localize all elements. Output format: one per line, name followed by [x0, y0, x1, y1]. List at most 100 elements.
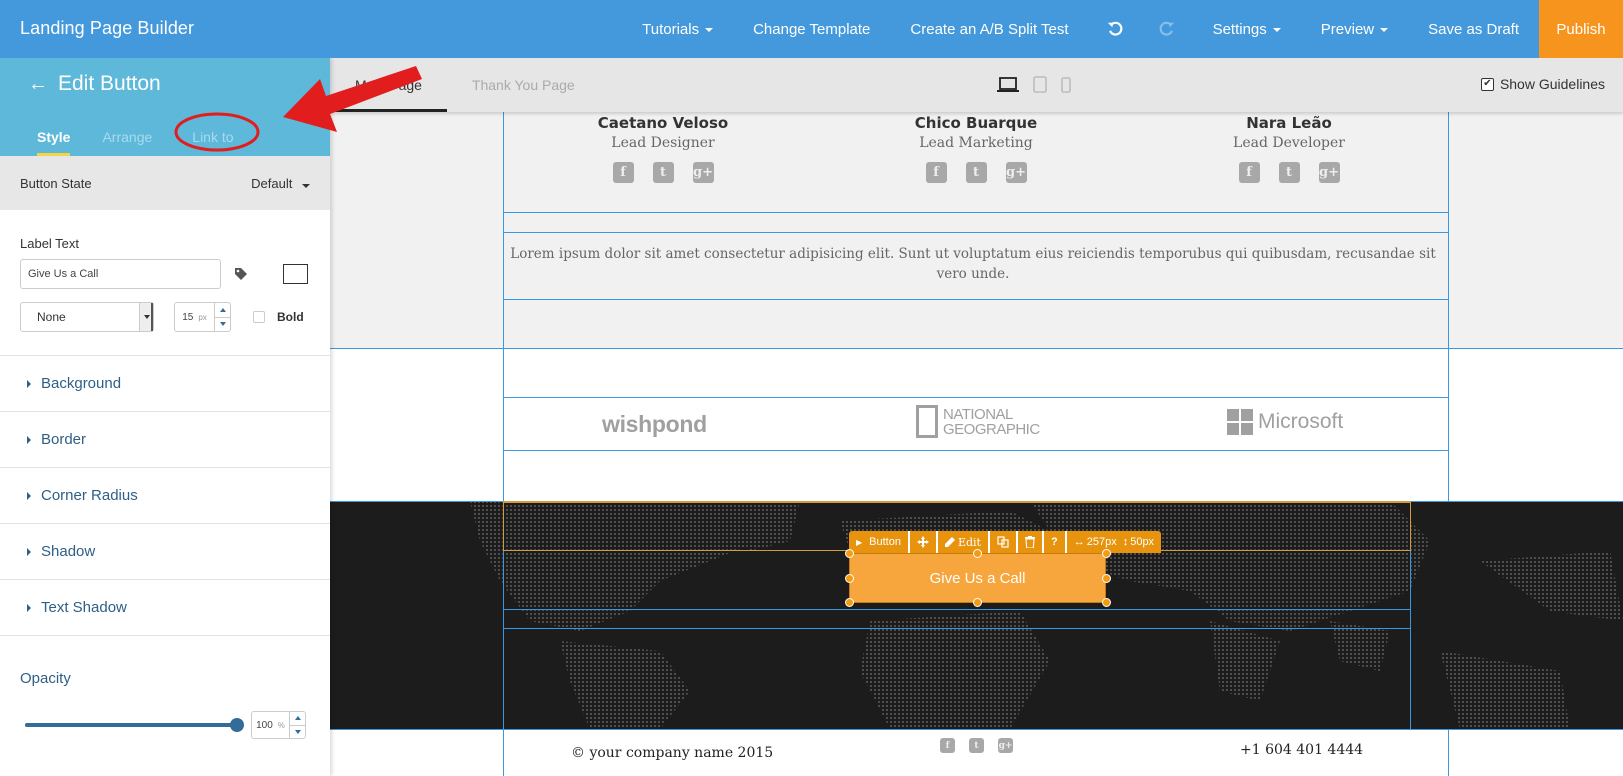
button-state-dropdown[interactable]: Default [251, 176, 310, 191]
opacity-increment[interactable] [290, 712, 305, 726]
resize-handle-sw[interactable] [845, 598, 854, 607]
desktop-icon[interactable] [997, 76, 1019, 93]
cta-section[interactable]: ▶ Button Edit ? ↔ 257px ↕ 50px Give Us a… [330, 501, 1623, 729]
label-text-input[interactable] [20, 259, 221, 289]
accordion-background[interactable]: Background [0, 356, 330, 412]
element-toolbar: ▶ Button Edit ? ↔ 257px ↕ 50px [849, 531, 1162, 553]
resize-handle-w[interactable] [845, 574, 854, 583]
nav-ab-split-test[interactable]: Create an A/B Split Test [890, 0, 1088, 58]
canvas-toolbar: Main Page Thank You Page ✔ Show Guidelin… [330, 58, 1623, 112]
show-guidelines-toggle[interactable]: ✔ Show Guidelines [1480, 76, 1605, 92]
tag-icon[interactable] [233, 266, 249, 282]
accordion-corner-radius[interactable]: Corner Radius [0, 468, 330, 524]
redo-icon [1159, 21, 1174, 36]
nav-change-template[interactable]: Change Template [733, 0, 890, 58]
font-size-unit: px [198, 312, 207, 322]
device-switcher [997, 76, 1071, 93]
resize-handle-s[interactable] [973, 598, 982, 607]
twitter-icon[interactable]: t [652, 162, 674, 183]
dimensions-readout: ↔ 257px ↕ 50px [1067, 531, 1161, 553]
text-color-swatch[interactable] [283, 264, 308, 284]
font-select[interactable]: None [20, 302, 154, 332]
caret-down-icon [705, 28, 714, 32]
move-icon [916, 536, 929, 548]
resize-handle-n[interactable] [973, 549, 982, 558]
accordion-shadow[interactable]: Shadow [0, 524, 330, 580]
element-type-button[interactable]: ▶ Button [849, 531, 910, 553]
resize-handle-e[interactable] [1102, 574, 1111, 583]
button-state-label: Button State [20, 175, 92, 191]
sidebar-title-text: Edit Button [58, 72, 161, 95]
bold-checkbox[interactable]: Bold [253, 310, 304, 324]
back-arrow-icon[interactable]: ← [28, 73, 48, 96]
google-plus-icon[interactable]: g+ [998, 738, 1013, 753]
opacity-label: Opacity [20, 670, 71, 687]
tab-thank-you-page-label: Thank You Page [471, 77, 575, 93]
tab-arrange[interactable]: Arrange [102, 118, 152, 156]
google-plus-icon[interactable]: g+ [1005, 162, 1027, 183]
facebook-icon[interactable]: f [925, 162, 947, 183]
google-plus-icon[interactable]: g+ [1318, 162, 1340, 183]
opacity-stepper[interactable]: 100 % [251, 711, 306, 739]
publish-button[interactable]: Publish [1539, 0, 1623, 58]
nav-settings-label: Settings [1212, 20, 1267, 38]
nav-change-template-label: Change Template [753, 20, 871, 38]
font-size-decrement[interactable] [215, 318, 230, 332]
chevron-right-icon [27, 379, 31, 388]
resize-handle-ne[interactable] [1102, 549, 1111, 558]
save-draft-button[interactable]: Save as Draft [1408, 0, 1539, 58]
edit-button[interactable]: Edit [938, 531, 990, 553]
label-text-section: Label Text None 15 px [0, 210, 330, 356]
logos-section[interactable]: wishpond NATIONAL GEOGRAPHIC Microsoft [330, 349, 1623, 501]
font-size-increment[interactable] [215, 303, 230, 318]
opacity-decrement[interactable] [290, 726, 305, 739]
guideline [503, 609, 1411, 610]
resize-handle-se[interactable] [1102, 598, 1111, 607]
twitter-icon[interactable]: t [969, 738, 984, 753]
nav-preview[interactable]: Preview [1301, 0, 1408, 58]
chevron-up-icon [294, 716, 301, 721]
opacity-slider[interactable] [25, 717, 244, 733]
opacity-unit: % [277, 720, 285, 730]
team-member: Caetano Veloso Lead Designer f t g+ [513, 114, 813, 183]
undo-icon [1107, 21, 1122, 36]
delete-button[interactable] [1018, 531, 1044, 553]
tablet-icon[interactable] [1033, 76, 1047, 93]
help-button[interactable]: ? [1044, 531, 1067, 553]
twitter-icon[interactable]: t [1278, 162, 1300, 183]
tab-style-label: Style [37, 129, 71, 145]
google-plus-icon[interactable]: g+ [692, 162, 714, 183]
facebook-icon[interactable]: f [1238, 162, 1260, 183]
duplicate-button[interactable] [990, 531, 1018, 553]
microsoft-grid-icon [1227, 409, 1253, 435]
chevron-right-icon [27, 491, 31, 500]
member-name: Chico Buarque [914, 114, 1038, 132]
nav-settings[interactable]: Settings [1193, 0, 1301, 58]
facebook-icon[interactable]: f [612, 162, 634, 183]
redo-button[interactable] [1141, 0, 1193, 58]
tab-style[interactable]: Style [37, 118, 71, 156]
tab-thank-you-page[interactable]: Thank You Page [447, 58, 600, 112]
font-size-stepper[interactable]: 15 px [174, 302, 231, 332]
footer-section[interactable]: © your company name 2015 f t g+ +1 604 4… [330, 729, 1623, 776]
give-us-a-call-button[interactable]: Give Us a Call [849, 553, 1106, 603]
move-button[interactable] [910, 531, 938, 553]
chevron-right-icon: ▶ [856, 537, 863, 547]
tab-main-page[interactable]: Main Page [330, 58, 447, 112]
publish-label: Publish [1556, 20, 1606, 38]
undo-button[interactable] [1089, 0, 1141, 58]
team-section[interactable]: Caetano Veloso Lead Designer f t g+ Chic… [330, 112, 1623, 349]
facebook-icon[interactable]: f [940, 738, 955, 753]
accordion-text-shadow[interactable]: Text Shadow [0, 580, 330, 636]
twitter-icon[interactable]: t [965, 162, 987, 183]
tab-link-to[interactable]: Link to [192, 118, 233, 156]
mobile-icon[interactable] [1061, 76, 1071, 93]
lorem-paragraph[interactable]: Lorem ipsum dolor sit amet consectetur a… [504, 244, 1442, 284]
resize-handle-nw[interactable] [845, 549, 854, 558]
label-text-heading: Label Text [20, 236, 80, 251]
element-type-label: Button [869, 536, 901, 548]
accordion-border[interactable]: Border [0, 412, 330, 468]
slider-thumb[interactable] [230, 718, 244, 732]
guideline [503, 397, 1449, 398]
nav-tutorials[interactable]: Tutorials [622, 0, 733, 58]
